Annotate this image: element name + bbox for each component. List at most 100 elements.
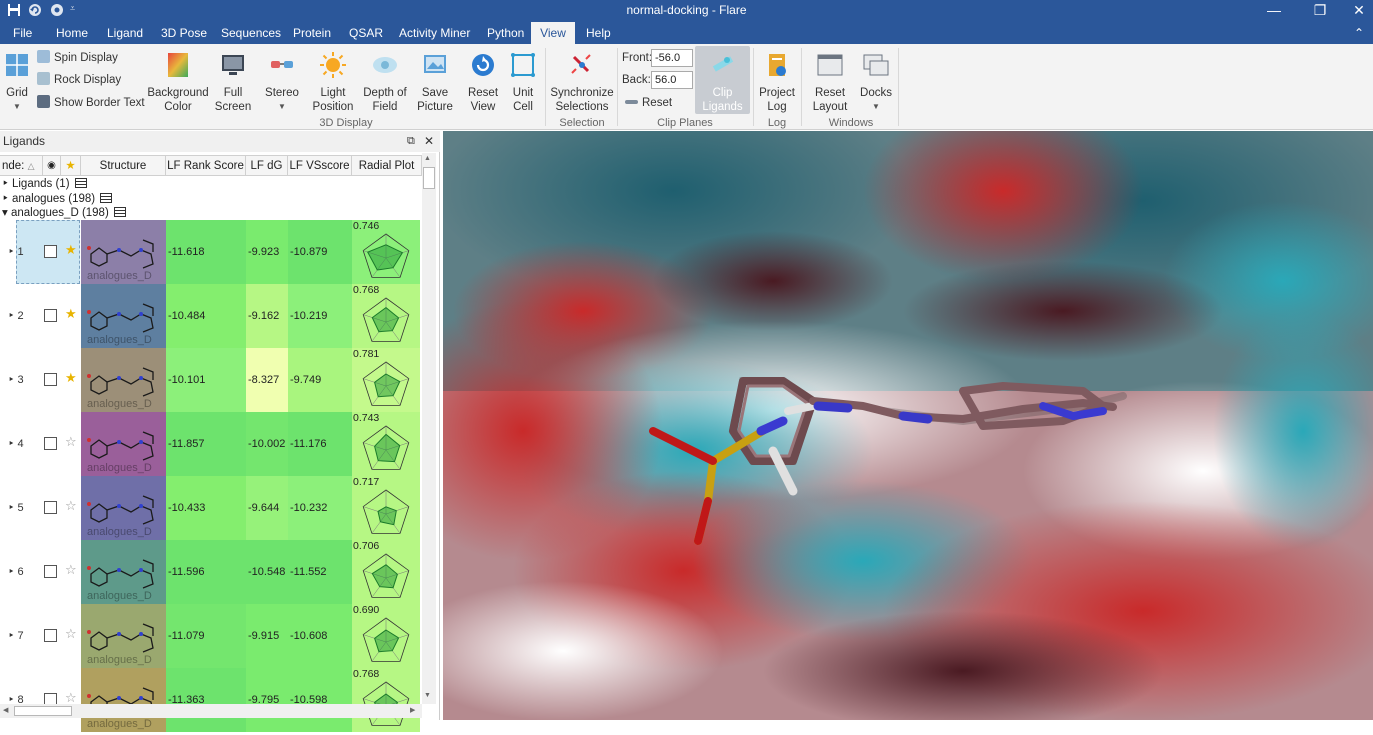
- ligand-row[interactable]: ‣ 6 ☆ analogues_D -11.596 -10.548 -11.552 0.70…: [0, 540, 422, 604]
- spin-display-button[interactable]: Spin Display: [37, 49, 118, 67]
- menu-home[interactable]: Home: [48, 22, 96, 44]
- background-color-button[interactable]: Background Color: [145, 51, 211, 114]
- col-index[interactable]: nde: △: [0, 155, 43, 176]
- cell-lf-rank-score: -11.363: [166, 668, 246, 732]
- ligands-panel: Ligands ⧉ ✕ nde: △ ◉ ★ Structure LF Rank…: [0, 131, 440, 732]
- tree-node-analogues[interactable]: ‣ analogues (198): [2, 192, 113, 206]
- depth-of-field-button[interactable]: Depth of Field: [360, 51, 410, 114]
- row-checkbox[interactable]: [44, 309, 57, 322]
- save-picture-button[interactable]: Save Picture: [413, 51, 457, 114]
- cell-radial-plot[interactable]: 0.768: [352, 284, 420, 348]
- tree-node-analogues-d[interactable]: ▾ analogues_D (198): [2, 206, 126, 220]
- stereo-button[interactable]: Stereo ▼: [261, 51, 303, 114]
- clip-ligands-button[interactable]: Clip Ligands: [695, 46, 750, 114]
- col-favorite[interactable]: ★: [61, 155, 81, 176]
- light-position-button[interactable]: Light Position: [309, 51, 357, 114]
- scroll-down-icon[interactable]: ▼: [424, 692, 431, 699]
- collapse-ribbon-button[interactable]: ⌃: [1346, 22, 1372, 44]
- reset-clip-button[interactable]: Reset: [625, 94, 672, 112]
- col-lf-vsscore[interactable]: LF VSscore: [288, 155, 352, 176]
- ligand-row[interactable]: ‣ 1 ★ analogues_D -11.618 -9.923 -10.879 0.746: [0, 220, 422, 284]
- structure-thumbnail[interactable]: analogues_D: [81, 540, 166, 604]
- reset-layout-button[interactable]: Reset Layout: [808, 51, 852, 114]
- ligand-row[interactable]: ‣ 4 ☆ analogues_D -11.857 -10.002 -11.176 0.74…: [0, 412, 422, 476]
- row-checkbox[interactable]: [44, 245, 57, 258]
- full-screen-button[interactable]: Full Screen: [212, 51, 254, 114]
- row-checkbox[interactable]: [44, 437, 57, 450]
- minimize-button[interactable]: —: [1254, 1, 1294, 21]
- ligand-row[interactable]: ‣ 5 ☆ analogues_D -10.433 -9.644 -10.232 0.717: [0, 476, 422, 540]
- star-empty-icon[interactable]: ☆: [65, 498, 77, 514]
- star-filled-icon[interactable]: ★: [65, 306, 77, 322]
- cell-radial-plot[interactable]: 0.768: [352, 668, 420, 732]
- synchronize-selections-button[interactable]: Synchronize Selections: [550, 51, 614, 114]
- col-lf-rank-score[interactable]: LF Rank Score: [166, 155, 246, 176]
- structure-thumbnail[interactable]: analogues_D: [81, 604, 166, 668]
- list-icon: [100, 193, 113, 203]
- show-border-text-button[interactable]: Show Border Text: [37, 94, 145, 112]
- cell-lf-dg: -9.795: [246, 668, 288, 732]
- cell-radial-plot[interactable]: 0.743: [352, 412, 420, 476]
- docks-button[interactable]: Docks ▼: [856, 51, 896, 114]
- ligand-row[interactable]: ‣ 8 ☆ analogues_D -11.363 -9.795 -10.598 0.768: [0, 668, 422, 732]
- structure-thumbnail[interactable]: analogues_D: [81, 220, 166, 284]
- front-spinbox[interactable]: -56.0: [651, 49, 693, 67]
- cell-radial-plot[interactable]: 0.746: [352, 220, 420, 284]
- star-empty-icon[interactable]: ☆: [65, 626, 77, 642]
- col-structure[interactable]: Structure: [81, 155, 166, 176]
- horizontal-scroll-thumb[interactable]: [14, 706, 72, 716]
- menu-protein[interactable]: Protein: [285, 22, 339, 44]
- col-lf-dg[interactable]: LF dG: [246, 155, 288, 176]
- cell-radial-plot[interactable]: 0.781: [352, 348, 420, 412]
- project-log-button[interactable]: Project Log: [756, 51, 798, 114]
- menu-activity-miner[interactable]: Activity Miner: [391, 22, 478, 44]
- cell-radial-plot[interactable]: 0.706: [352, 540, 420, 604]
- structure-thumbnail[interactable]: analogues_D: [81, 412, 166, 476]
- tree-node-ligands[interactable]: ‣ Ligands (1): [2, 177, 87, 191]
- ligand-row[interactable]: ‣ 7 ☆ analogues_D -11.079 -9.915 -10.608 0.690: [0, 604, 422, 668]
- row-checkbox[interactable]: [44, 629, 57, 642]
- vertical-scrollbar[interactable]: ▲ ▼: [422, 153, 436, 704]
- vertical-scroll-thumb[interactable]: [423, 167, 435, 189]
- scroll-right-icon[interactable]: ▶: [410, 706, 415, 714]
- scroll-left-icon[interactable]: ◀: [3, 706, 8, 714]
- cell-radial-plot[interactable]: 0.690: [352, 604, 420, 668]
- col-visibility[interactable]: ◉: [43, 155, 61, 176]
- menu-sequences[interactable]: Sequences: [213, 22, 289, 44]
- back-spinbox[interactable]: 56.0: [651, 71, 693, 89]
- row-checkbox[interactable]: [44, 501, 57, 514]
- row-checkbox[interactable]: [44, 565, 57, 578]
- menu-python[interactable]: Python: [479, 22, 532, 44]
- menu-help[interactable]: Help: [578, 22, 619, 44]
- close-panel-icon[interactable]: ✕: [424, 131, 434, 152]
- grid-button[interactable]: Grid ▼: [3, 51, 31, 114]
- unit-cell-button[interactable]: Unit Cell: [505, 51, 541, 114]
- close-button[interactable]: ✕: [1345, 1, 1373, 21]
- menu-view[interactable]: View: [531, 22, 575, 44]
- star-filled-icon[interactable]: ★: [65, 370, 77, 386]
- cell-radial-plot[interactable]: 0.717: [352, 476, 420, 540]
- reset-view-button[interactable]: Reset View: [463, 51, 503, 114]
- star-empty-icon[interactable]: ☆: [65, 434, 77, 450]
- col-radial-plot[interactable]: Radial Plot: [352, 155, 422, 176]
- structure-thumbnail[interactable]: analogues_D: [81, 284, 166, 348]
- structure-thumbnail[interactable]: analogues_D: [81, 348, 166, 412]
- row-checkbox[interactable]: [44, 373, 57, 386]
- structure-thumbnail[interactable]: analogues_D: [81, 476, 166, 540]
- ligand-row[interactable]: ‣ 2 ★ analogues_D -10.484 -9.162 -10.219 0.768: [0, 284, 422, 348]
- menu-qsar[interactable]: QSAR: [341, 22, 391, 44]
- star-empty-icon[interactable]: ☆: [65, 562, 77, 578]
- menu-3d-pose[interactable]: 3D Pose: [153, 22, 215, 44]
- maximize-button[interactable]: ❐: [1300, 1, 1340, 21]
- rock-display-button[interactable]: Rock Display: [37, 71, 121, 89]
- 3d-viewer[interactable]: [443, 131, 1373, 720]
- star-filled-icon[interactable]: ★: [65, 242, 77, 258]
- ligand-row[interactable]: ‣ 3 ★ analogues_D -10.101 -8.327 -9.749 0.781: [0, 348, 422, 412]
- menu-file[interactable]: File: [5, 22, 40, 44]
- float-panel-icon[interactable]: ⧉: [407, 131, 415, 152]
- horizontal-scrollbar[interactable]: ◀ ▶: [0, 704, 422, 718]
- cell-lf-vsscore: -10.879: [288, 220, 352, 284]
- scroll-up-icon[interactable]: ▲: [424, 155, 431, 162]
- structure-thumbnail[interactable]: analogues_D: [81, 668, 166, 732]
- menu-ligand[interactable]: Ligand: [99, 22, 151, 44]
